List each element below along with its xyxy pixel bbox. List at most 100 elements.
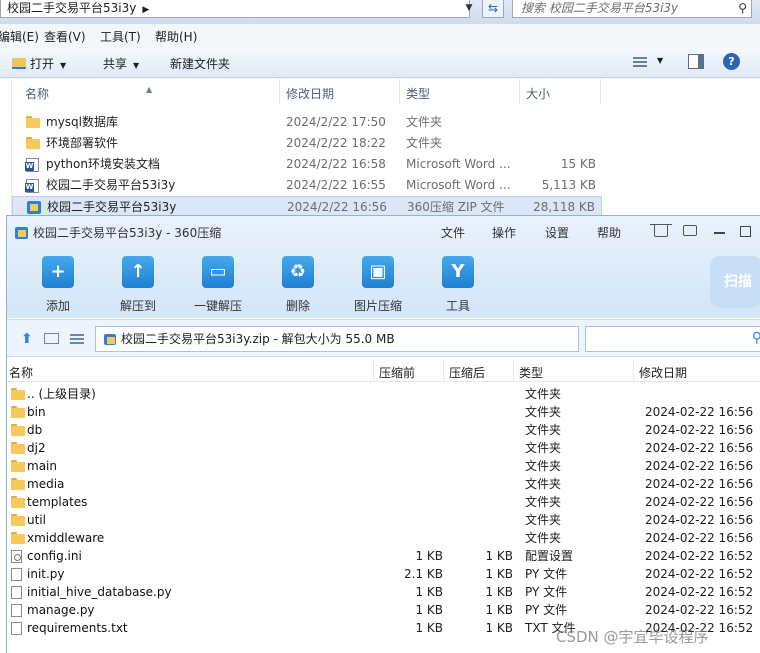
breadcrumb-item[interactable]: 校园二手交易平台53i3y — [7, 1, 136, 15]
search-icon[interactable]: ⚲ — [752, 330, 760, 346]
new-folder-button[interactable]: 新建文件夹 — [170, 55, 230, 72]
column-divider[interactable] — [443, 360, 444, 382]
archive-row[interactable]: bin 文件夹 2024-02-22 16:56 — [7, 403, 760, 421]
column-divider[interactable] — [399, 79, 400, 105]
compression-window: 校园二手交易平台53i3y - 360压缩 文件 操作 设置 帮助 + 添加 ↑… — [6, 215, 760, 653]
up-arrow-icon[interactable]: ⬆ — [21, 331, 33, 347]
navigation-pane[interactable] — [0, 79, 12, 230]
maximize-icon[interactable] — [740, 226, 751, 237]
image-compress-button[interactable]: ▣ 图片压缩 — [343, 256, 413, 314]
file-row-selected[interactable]: 校园二手交易平台53i3y 2024/2/22 16:56 360压缩 ZIP … — [12, 196, 602, 217]
column-divider[interactable] — [600, 79, 601, 105]
archive-row[interactable]: db 文件夹 2024-02-22 16:56 — [7, 421, 760, 439]
search-input[interactable]: 搜索 校园二手交易平台53i3y ⚲ — [512, 0, 752, 18]
archive-row[interactable]: initial_hive_database.py 1 KB 1 KB PY 文件 202… — [7, 583, 760, 601]
archive-row[interactable]: .. (上级目录) 文件夹 — [7, 385, 760, 403]
delete-button[interactable]: ♻ 删除 — [263, 256, 333, 314]
add-button[interactable]: + 添加 — [23, 256, 93, 314]
entry-name: bin — [27, 405, 46, 419]
column-divider[interactable] — [373, 360, 374, 382]
open-button[interactable]: 打开 ▼ — [12, 55, 66, 72]
column-size[interactable]: 大小 — [526, 85, 550, 102]
entry-name: config.ini — [27, 549, 82, 563]
open-dropdown-icon[interactable]: ▼ — [60, 61, 66, 70]
file-row[interactable]: mysql数据库 2024/2/22 17:50 文件夹 — [12, 112, 602, 133]
open-folder-icon — [12, 58, 26, 69]
menu-file[interactable]: 文件 — [441, 224, 465, 241]
skin-icon[interactable] — [650, 224, 672, 237]
thumbnail-view-icon[interactable] — [44, 333, 59, 344]
share-dropdown-icon[interactable]: ▼ — [133, 61, 139, 70]
column-divider[interactable] — [519, 79, 520, 105]
column-date[interactable]: 修改日期 — [639, 364, 687, 381]
file-row[interactable]: 环境部署软件 2024/2/22 18:22 文件夹 — [12, 133, 602, 154]
view-dropdown-icon[interactable]: ▼ — [657, 56, 663, 65]
menu-edit[interactable]: 编辑(E) — [0, 28, 39, 45]
archive-path-text: 校园二手交易平台53i3y.zip - 解包大小为 55.0 MB — [121, 332, 395, 346]
column-type[interactable]: 类型 — [406, 85, 430, 102]
menu-operate[interactable]: 操作 — [492, 224, 516, 241]
archive-search-input[interactable]: ⚲ — [585, 326, 760, 352]
column-divider[interactable] — [279, 79, 280, 105]
help-icon[interactable]: ? — [723, 53, 740, 70]
archive-row[interactable]: templates 文件夹 2024-02-22 16:56 — [7, 493, 760, 511]
column-name[interactable]: 名称 — [25, 85, 49, 102]
scan-button[interactable]: 扫描 — [710, 256, 760, 308]
tools-button[interactable]: Y 工具 — [423, 256, 493, 314]
column-type[interactable]: 类型 — [519, 364, 543, 381]
refresh-icon[interactable]: ⇆ — [482, 0, 504, 18]
entry-date: 2024-02-22 16:56 — [645, 405, 754, 419]
extract-to-button[interactable]: ↑ 解压到 — [103, 256, 173, 314]
file-icon — [11, 586, 22, 599]
archive-row[interactable]: manage.py 1 KB 1 KB PY 文件 2024-02-22 16:52 — [7, 601, 760, 619]
breadcrumb-chevron-icon[interactable]: ▶ — [142, 5, 149, 15]
address-dropdown-icon[interactable]: ▼ — [462, 0, 476, 18]
share-button[interactable]: 共享 ▼ — [103, 55, 139, 72]
view-options-icon[interactable] — [633, 55, 647, 67]
column-compressed[interactable]: 压缩前 — [379, 364, 415, 381]
folder-icon — [26, 116, 40, 128]
menu-help[interactable]: 帮助(H) — [155, 28, 197, 45]
archive-row[interactable]: util 文件夹 2024-02-22 16:56 — [7, 511, 760, 529]
entry-type: 文件夹 — [525, 423, 562, 437]
breadcrumb[interactable]: 校园二手交易平台53i3y ▶ — [0, 0, 470, 18]
preview-pane-icon[interactable] — [688, 54, 704, 69]
column-divider[interactable] — [513, 360, 514, 382]
file-row[interactable]: python环境安装文档 2024/2/22 16:58 Microsoft W… — [12, 154, 602, 175]
archive-path-field[interactable]: 校园二手交易平台53i3y.zip - 解包大小为 55.0 MB V ▼ — [95, 326, 579, 352]
tools-icon: Y — [442, 256, 474, 288]
image-compress-icon: ▣ — [362, 256, 394, 288]
share-label: 共享 — [103, 57, 128, 71]
archive-row[interactable]: main 文件夹 2024-02-22 16:56 — [7, 457, 760, 475]
feedback-icon[interactable] — [683, 225, 697, 236]
file-row[interactable]: 校园二手交易平台53i3y 2024/2/22 16:55 Microsoft … — [12, 175, 602, 196]
entry-compressed-size: 1 KB — [415, 585, 443, 599]
archive-row[interactable]: init.py 2.1 KB 1 KB PY 文件 2024-02-22 16:52 — [7, 565, 760, 583]
entry-type: 文件夹 — [525, 405, 562, 419]
entry-size: 1 KB — [485, 603, 513, 617]
entry-type: 配置设置 — [525, 549, 574, 563]
column-name[interactable]: 名称 — [9, 364, 33, 381]
column-uncompressed[interactable]: 压缩后 — [449, 364, 485, 381]
file-icon — [11, 568, 22, 581]
list-view-icon[interactable] — [70, 332, 84, 345]
column-divider[interactable] — [633, 360, 634, 382]
entry-date: 2024-02-22 16:56 — [645, 423, 754, 437]
menu-view[interactable]: 查看(V) — [44, 28, 86, 45]
search-placeholder: 搜索 校园二手交易平台53i3y — [521, 1, 679, 15]
archive-row[interactable]: media 文件夹 2024-02-22 16:56 — [7, 475, 760, 493]
menu-help[interactable]: 帮助 — [597, 224, 621, 241]
archive-row[interactable]: dj2 文件夹 2024-02-22 16:56 — [7, 439, 760, 457]
minimize-icon[interactable] — [714, 232, 725, 234]
image-compress-label: 图片压缩 — [353, 299, 402, 313]
archive-row[interactable]: xmiddleware 文件夹 2024-02-22 16:56 — [7, 529, 760, 547]
search-icon[interactable]: ⚲ — [738, 0, 747, 16]
archive-row[interactable]: config.ini 1 KB 1 KB 配置设置 2024-02-22 16:52 — [7, 547, 760, 565]
one-click-extract-button[interactable]: ▭ 一键解压 — [183, 256, 253, 314]
explorer-window: 校园二手交易平台53i3y ▶ ▼ ⇆ 搜索 校园二手交易平台53i3y ⚲ 编辑… — [0, 0, 760, 230]
column-date[interactable]: 修改日期 — [286, 85, 334, 102]
menu-tools[interactable]: 工具(T) — [100, 28, 141, 45]
folder-icon — [26, 137, 40, 149]
menu-settings[interactable]: 设置 — [545, 224, 569, 241]
entry-name: util — [27, 513, 46, 527]
